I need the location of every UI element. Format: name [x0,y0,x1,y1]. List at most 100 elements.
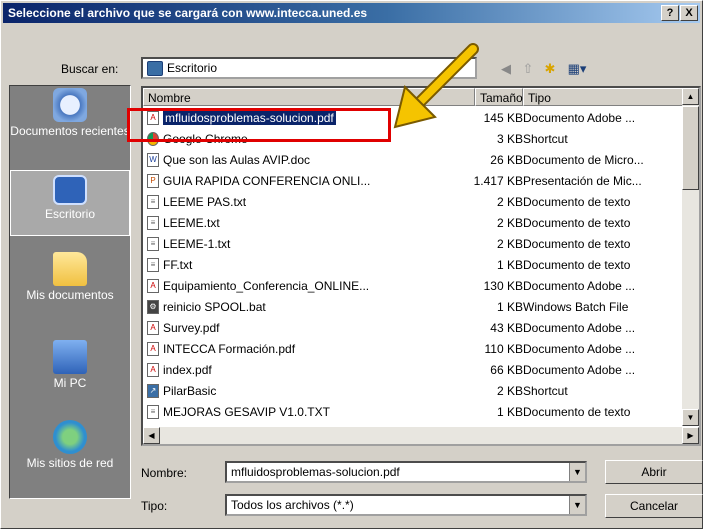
places-bar: Documentos recientes Escritorio Mis docu… [9,85,131,499]
file-type: Documento de texto [523,405,631,419]
scroll-down-button[interactable]: ▼ [682,409,699,426]
pdf-icon: A [147,321,159,335]
help-button[interactable]: ? [661,5,679,21]
file-name: Equipamiento_Conferencia_ONLINE... [163,279,370,293]
desktop-folder-icon [147,61,163,76]
file-size: 43 KB [490,321,523,335]
back-icon[interactable]: ◀ [497,60,515,78]
place-mypc-label: Mi PC [53,376,87,390]
filename-combo[interactable]: mfluidosproblemas-solucion.pdf ▼ [225,461,587,483]
up-folder-icon[interactable]: ⇧ [519,60,537,78]
lookin-label: Buscar en: [61,62,119,76]
place-network-label: Mis sitios de red [26,456,114,470]
file-row[interactable]: P GUIA RAPIDA CONFERENCIA ONLI... 1.417 KB… [143,171,683,192]
file-name: GUIA RAPIDA CONFERENCIA ONLI... [163,174,371,188]
file-size: 110 KB [484,342,523,356]
file-type: Shortcut [523,132,568,146]
shortcut-icon: ↗ [147,384,159,398]
scroll-up-button[interactable]: ▲ [682,88,699,105]
file-row[interactable]: Aindex.pdf 66 KB Documento Adobe ... [143,360,683,381]
file-type: Presentación de Mic... [523,174,642,188]
file-row[interactable]: ≡ LEEME PAS.txt 2 KB Documento de texto [143,192,683,213]
filetype-dropdown-icon[interactable]: ▼ [569,496,585,514]
file-name: LEEME PAS.txt [163,195,247,209]
txt-icon: ≡ [147,405,159,419]
file-type: Documento de texto [523,216,631,230]
scroll-thumb[interactable] [682,106,699,190]
filename-value: mfluidosproblemas-solucion.pdf [231,465,400,479]
pdf-icon: A [147,363,159,377]
column-header-size[interactable]: Tamaño [475,88,523,106]
txt-icon: ≡ [147,258,159,272]
file-size: 2 KB [496,237,523,251]
title-bar: Seleccione el archivo que se cargará con… [3,3,700,23]
file-name: MEJORAS GESAVIP V1.0.TXT [163,405,330,419]
view-menu-icon[interactable]: ▦▾ [563,60,591,78]
txt-icon: ≡ [147,237,159,251]
txt-icon: ≡ [147,195,159,209]
file-row[interactable]: A INTECCA Formación.pdf 110 KB Documento Ad… [143,339,683,360]
file-size: 1 KB [496,258,523,272]
file-row[interactable]: A Equipamiento_Conferencia_ONLINE... 130 K… [143,276,683,297]
file-type: Documento Adobe ... [523,363,636,377]
file-size: 2 KB [496,216,523,230]
highlight-box [127,108,391,142]
file-name: PilarBasic [163,384,217,398]
open-button[interactable]: Abrir [605,460,703,484]
filetype-value: Todos los archivos (*.*) [231,498,354,512]
place-mydocs[interactable]: Mis documentos [10,252,130,302]
file-row[interactable]: W Que son las Aulas AVIP.doc 26 KB Document… [143,150,683,171]
place-desktop[interactable]: Escritorio [10,170,130,236]
file-name: Survey.pdf [163,321,220,335]
file-size: 2 KB [496,384,523,398]
place-network[interactable]: Mis sitios de red [10,420,130,470]
column-header-type[interactable]: Tipo [523,88,683,106]
file-size: 26 KB [490,153,523,167]
file-row[interactable]: ≡ LEEME.txt 2 KB Documento de texto [143,213,683,234]
file-row[interactable]: A Survey.pdf 43 KB Documento Adobe ... [143,318,683,339]
file-row[interactable]: ≡ MEJORAS GESAVIP V1.0.TXT 1 KB Documento d… [143,402,683,423]
place-desktop-label: Escritorio [44,207,95,221]
file-name: reinicio SPOOL.bat [163,300,266,314]
place-recent[interactable]: Documentos recientes [10,88,130,138]
filetype-label: Tipo: [141,499,168,513]
file-type: Documento de texto [523,258,631,272]
filetype-combo[interactable]: Todos los archivos (*.*) ▼ [225,494,587,516]
vertical-scrollbar[interactable]: ▲ ▼ [682,88,699,426]
new-folder-icon[interactable]: ✱ [541,60,559,78]
horizontal-scrollbar[interactable]: ◀ ▶ [143,427,699,444]
ppt-icon: P [147,174,159,188]
place-mypc[interactable]: Mi PC [10,340,130,390]
file-row[interactable]: ≡ LEEME-1.txt 2 KB Documento de texto [143,234,683,255]
file-name: index.pdf [163,363,212,377]
file-size: 66 KB [490,363,523,377]
file-type: Documento Adobe ... [523,321,636,335]
file-name: FF.txt [163,258,193,272]
pointer-arrow-icon [393,43,479,129]
pdf-icon: A [147,279,159,293]
cancel-button[interactable]: Cancelar [605,494,703,518]
txt-icon: ≡ [147,216,159,230]
file-size: 130 KB [483,279,523,293]
place-mydocs-label: Mis documentos [26,288,114,302]
file-type: Documento de Micro... [523,153,644,167]
scroll-right-button[interactable]: ▶ [682,427,699,444]
file-size: 2 KB [496,195,523,209]
file-row[interactable]: ≡ FF.txt 1 KB Documento de texto [143,255,683,276]
file-type: Documento de texto [523,195,631,209]
file-size: 3 KB [496,132,523,146]
file-type: Documento Adobe ... [523,111,636,125]
file-name: INTECCA Formación.pdf [163,342,296,356]
file-row[interactable]: ⚙ reinicio SPOOL.bat 1 KB Windows Batch Fil… [143,297,683,318]
my-documents-icon [53,252,87,286]
file-name: Que son las Aulas AVIP.doc [163,153,310,167]
file-row[interactable]: ↗ PilarBasic 2 KB Shortcut [143,381,683,402]
window-title: Seleccione el archivo que se cargará con… [8,6,368,20]
filename-dropdown-icon[interactable]: ▼ [569,463,585,481]
desktop-icon [53,175,87,205]
scroll-left-button[interactable]: ◀ [143,427,160,444]
file-size: 1 KB [496,405,523,419]
word-icon: W [147,153,159,167]
close-button[interactable]: X [680,5,698,21]
file-type: Documento de texto [523,237,631,251]
